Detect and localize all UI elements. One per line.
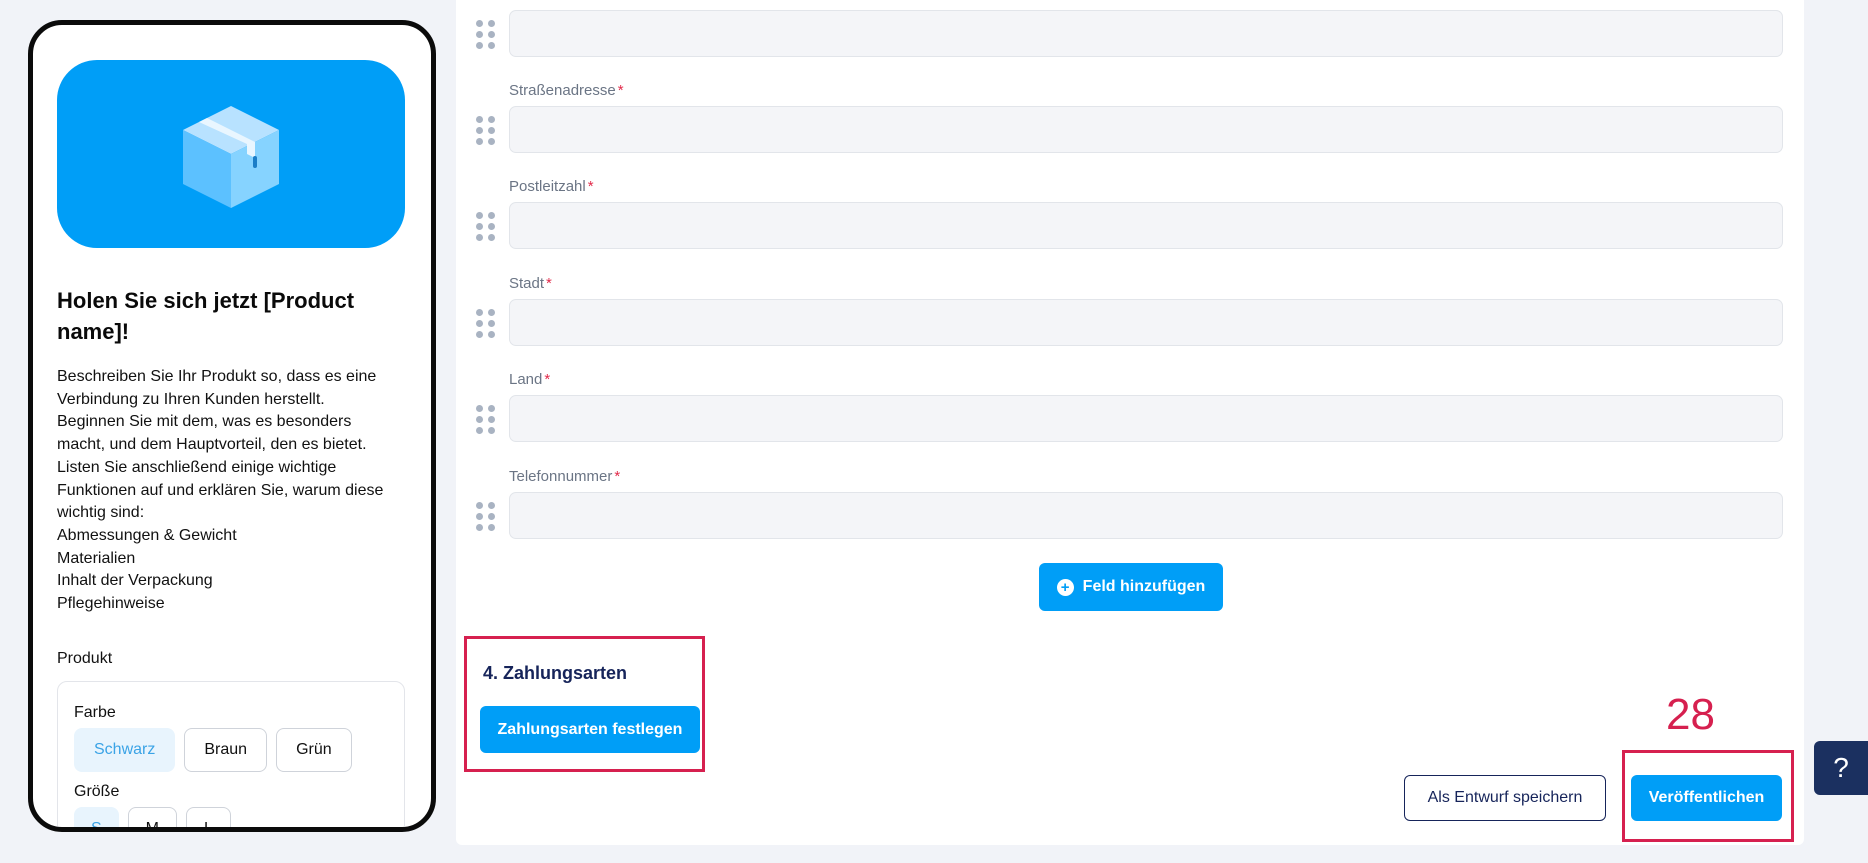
checkout-form-card: Straßenadresse * Postleitzahl * Stadt * Lan… (456, 0, 1804, 845)
save-draft-button[interactable]: Als Entwurf speichern (1404, 775, 1606, 821)
description-line: Pflegehinweise (57, 595, 165, 613)
description-line: Beginnen Sie mit dem, was es besonders (57, 413, 352, 431)
description-line: wichtig sind: (57, 504, 145, 522)
drag-handle-icon[interactable] (476, 116, 496, 146)
street-address-input[interactable] (509, 106, 1783, 153)
drag-handle-icon[interactable] (476, 212, 496, 242)
add-field-button[interactable]: + Feld hinzufügen (1039, 563, 1223, 611)
color-option-braun[interactable]: Braun (184, 728, 268, 772)
size-label: Größe (74, 783, 120, 800)
phone-number-input[interactable] (509, 492, 1783, 539)
plus-circle-icon: + (1056, 578, 1074, 596)
description-line: Beschreiben Sie Ihr Produkt so, dass es … (57, 368, 377, 385)
help-button[interactable]: ? (1814, 741, 1868, 795)
product-section-label: Produkt (57, 650, 113, 667)
size-option-l[interactable]: L (186, 807, 231, 827)
size-option-s[interactable]: S (74, 807, 119, 827)
publish-button[interactable]: Veröffentlichen (1631, 775, 1782, 821)
product-preview-phone: Holen Sie sich jetzt [Product name]! Bes… (28, 20, 436, 832)
drag-handle-icon[interactable] (476, 502, 496, 532)
product-description: Beschreiben Sie Ihr Produkt so, dass es … (57, 366, 399, 616)
description-line: Inhalt der Verpackung (57, 572, 213, 590)
description-line: Listen Sie anschließend einige wichtige (57, 458, 337, 476)
variant-selector: Farbe Schwarz Braun Grün Größe S M L (57, 681, 405, 827)
size-option-m[interactable]: M (127, 807, 177, 827)
city-input[interactable] (509, 299, 1783, 346)
drag-handle-icon[interactable] (476, 309, 496, 339)
field-label: Stadt * (509, 275, 552, 292)
description-line: Funktionen auf und erklären Sie, warum d… (57, 481, 384, 499)
field-label: Postleitzahl * (509, 178, 594, 195)
field-label: Straßenadresse * (509, 82, 624, 99)
color-option-gruen[interactable]: Grün (276, 728, 352, 772)
description-line: Verbindung zu Ihren Kunden herstellt. (57, 390, 325, 408)
box-icon (183, 106, 279, 208)
color-option-schwarz[interactable]: Schwarz (74, 728, 176, 772)
drag-handle-icon[interactable] (476, 20, 496, 50)
field-input-1[interactable] (509, 10, 1783, 57)
color-label: Farbe (74, 704, 116, 721)
step-number-annotation: 28 (1666, 690, 1715, 739)
payment-section-title: 4. Zahlungsarten (483, 663, 628, 683)
payment-methods-section: 4. Zahlungsarten Zahlungsarten festlegen (464, 636, 705, 772)
country-input[interactable] (509, 395, 1783, 442)
drag-handle-icon[interactable] (476, 405, 496, 435)
product-title: Holen Sie sich jetzt [Product name]! (57, 288, 355, 344)
field-label: Land * (509, 371, 551, 388)
product-hero-image (57, 60, 405, 248)
description-line: macht, und dem Hauptvorteil, den es biet… (57, 436, 367, 454)
description-line: Abmessungen & Gewicht (57, 526, 237, 544)
description-line: Materialien (57, 549, 136, 567)
postal-code-input[interactable] (509, 202, 1783, 249)
set-payment-methods-button[interactable]: Zahlungsarten festlegen (480, 706, 700, 753)
field-label: Telefonnummer * (509, 468, 621, 485)
